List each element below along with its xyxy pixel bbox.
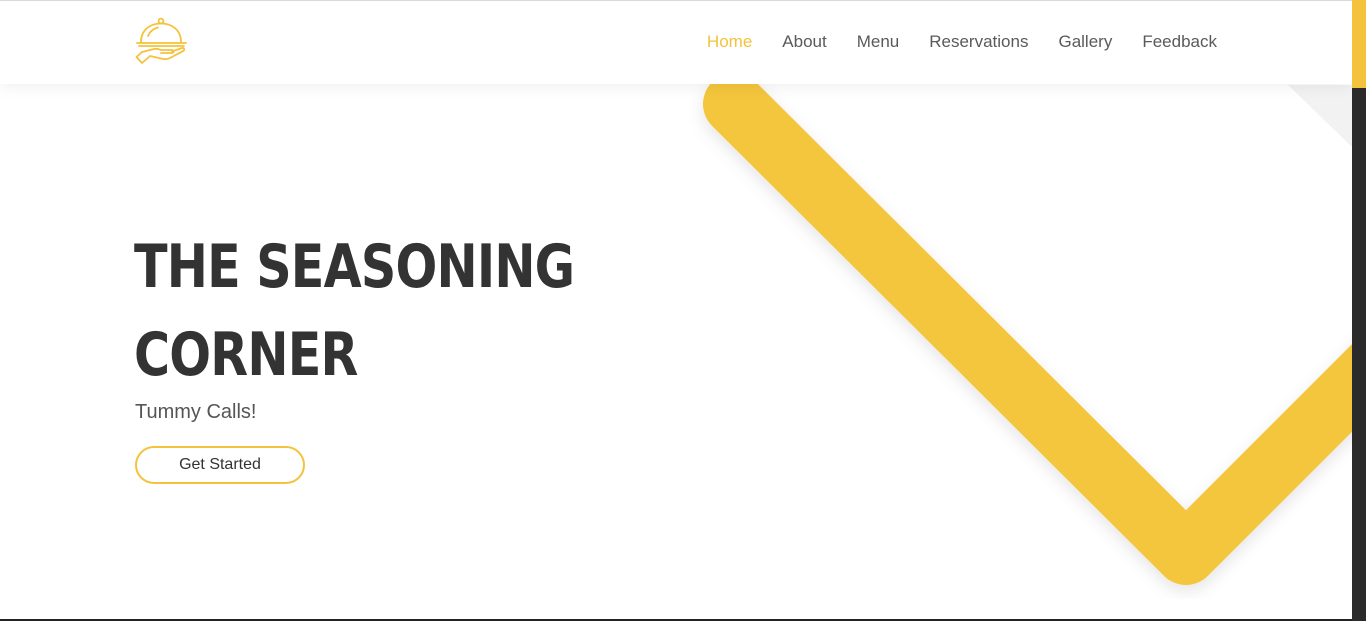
hero-title-line-1: THE SEASONING	[134, 232, 575, 302]
nav-link-reservations[interactable]: Reservations	[929, 32, 1028, 52]
scrollbar-thumb[interactable]	[1352, 0, 1366, 88]
get-started-button[interactable]: Get Started	[135, 446, 305, 484]
hero-chevron-band	[703, 73, 1352, 585]
cloche-logo-icon[interactable]	[134, 16, 190, 68]
page-scrollbar[interactable]	[1352, 0, 1366, 621]
nav-link-about[interactable]: About	[782, 32, 826, 52]
hero-title: THE SEASONING CORNER	[134, 223, 575, 399]
nav-link-feedback[interactable]: Feedback	[1142, 32, 1217, 52]
hero-title-line-2: CORNER	[134, 320, 358, 390]
page-viewport: Home About Menu Reservations Gallery Fee…	[0, 0, 1352, 621]
nav-link-gallery[interactable]: Gallery	[1058, 32, 1112, 52]
main-nav: Home About Menu Reservations Gallery Fee…	[707, 32, 1217, 52]
hero-text-block: THE SEASONING CORNER	[134, 223, 671, 399]
top-navbar: Home About Menu Reservations Gallery Fee…	[0, 1, 1352, 84]
nav-link-menu[interactable]: Menu	[857, 32, 900, 52]
nav-link-home[interactable]: Home	[707, 32, 752, 52]
hero-tagline: Tummy Calls!	[135, 401, 257, 423]
hero-corner-fold	[1288, 85, 1352, 147]
